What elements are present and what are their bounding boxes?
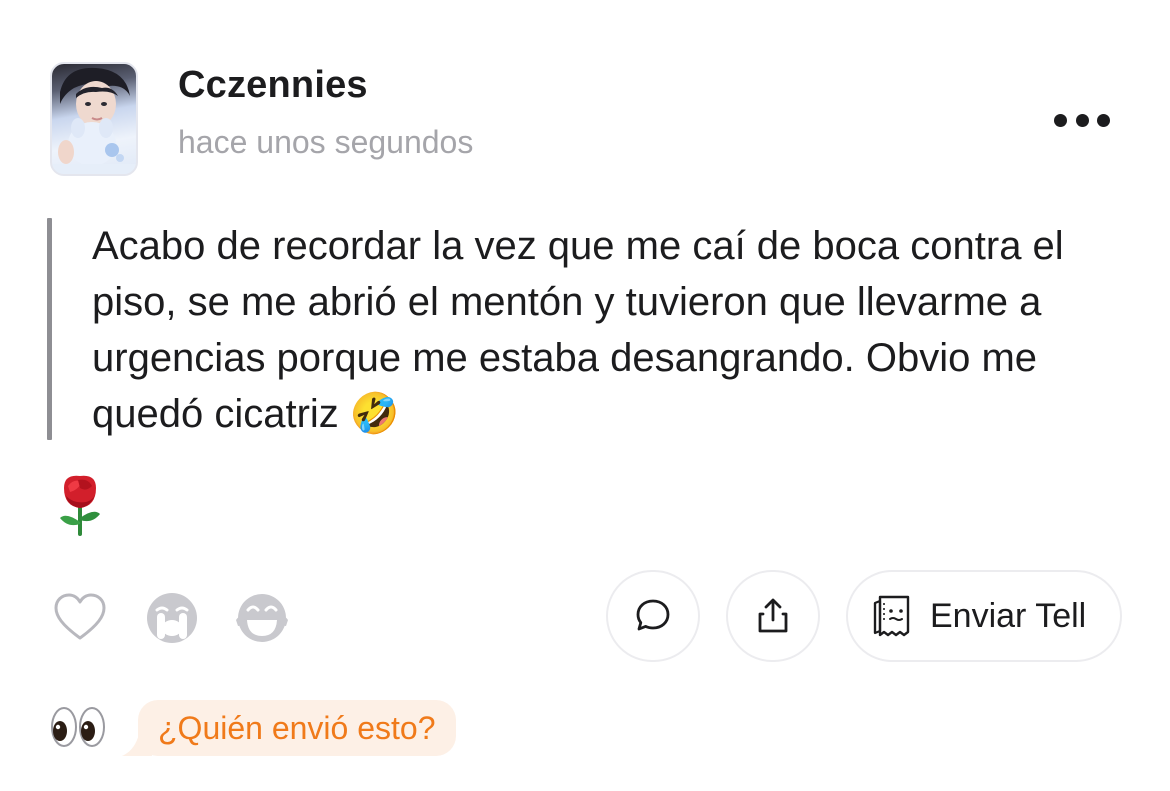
avatar[interactable] [50,62,138,176]
send-tell-button[interactable]: Enviar Tell [846,570,1122,662]
more-options-button[interactable] [1046,104,1118,136]
tell-envelope-icon [873,595,910,637]
share-button[interactable] [726,570,820,662]
rose-icon [52,472,108,536]
more-dot-icon [1097,113,1110,127]
username[interactable]: Cczennies [178,64,368,107]
send-tell-label: Enviar Tell [930,596,1087,635]
who-sent-this-label: ¿Quién envió esto? [158,709,436,746]
more-dot-icon [1054,113,1067,127]
post-timestamp: hace unos segundos [178,124,474,160]
comment-bubble-icon [636,599,670,631]
eyes-icon [50,704,106,750]
post-text: Acabo de recordar la vez que me caí de b… [92,224,1064,436]
share-icon [758,598,788,633]
crying-face-icon[interactable] [144,590,200,646]
comment-button[interactable] [606,570,700,662]
quote-bar [47,218,52,440]
more-dot-icon [1075,113,1089,127]
heart-icon[interactable] [52,590,108,646]
who-sent-this-button[interactable]: ¿Quién envió esto? [138,700,456,756]
laughing-face-icon[interactable] [234,590,290,646]
